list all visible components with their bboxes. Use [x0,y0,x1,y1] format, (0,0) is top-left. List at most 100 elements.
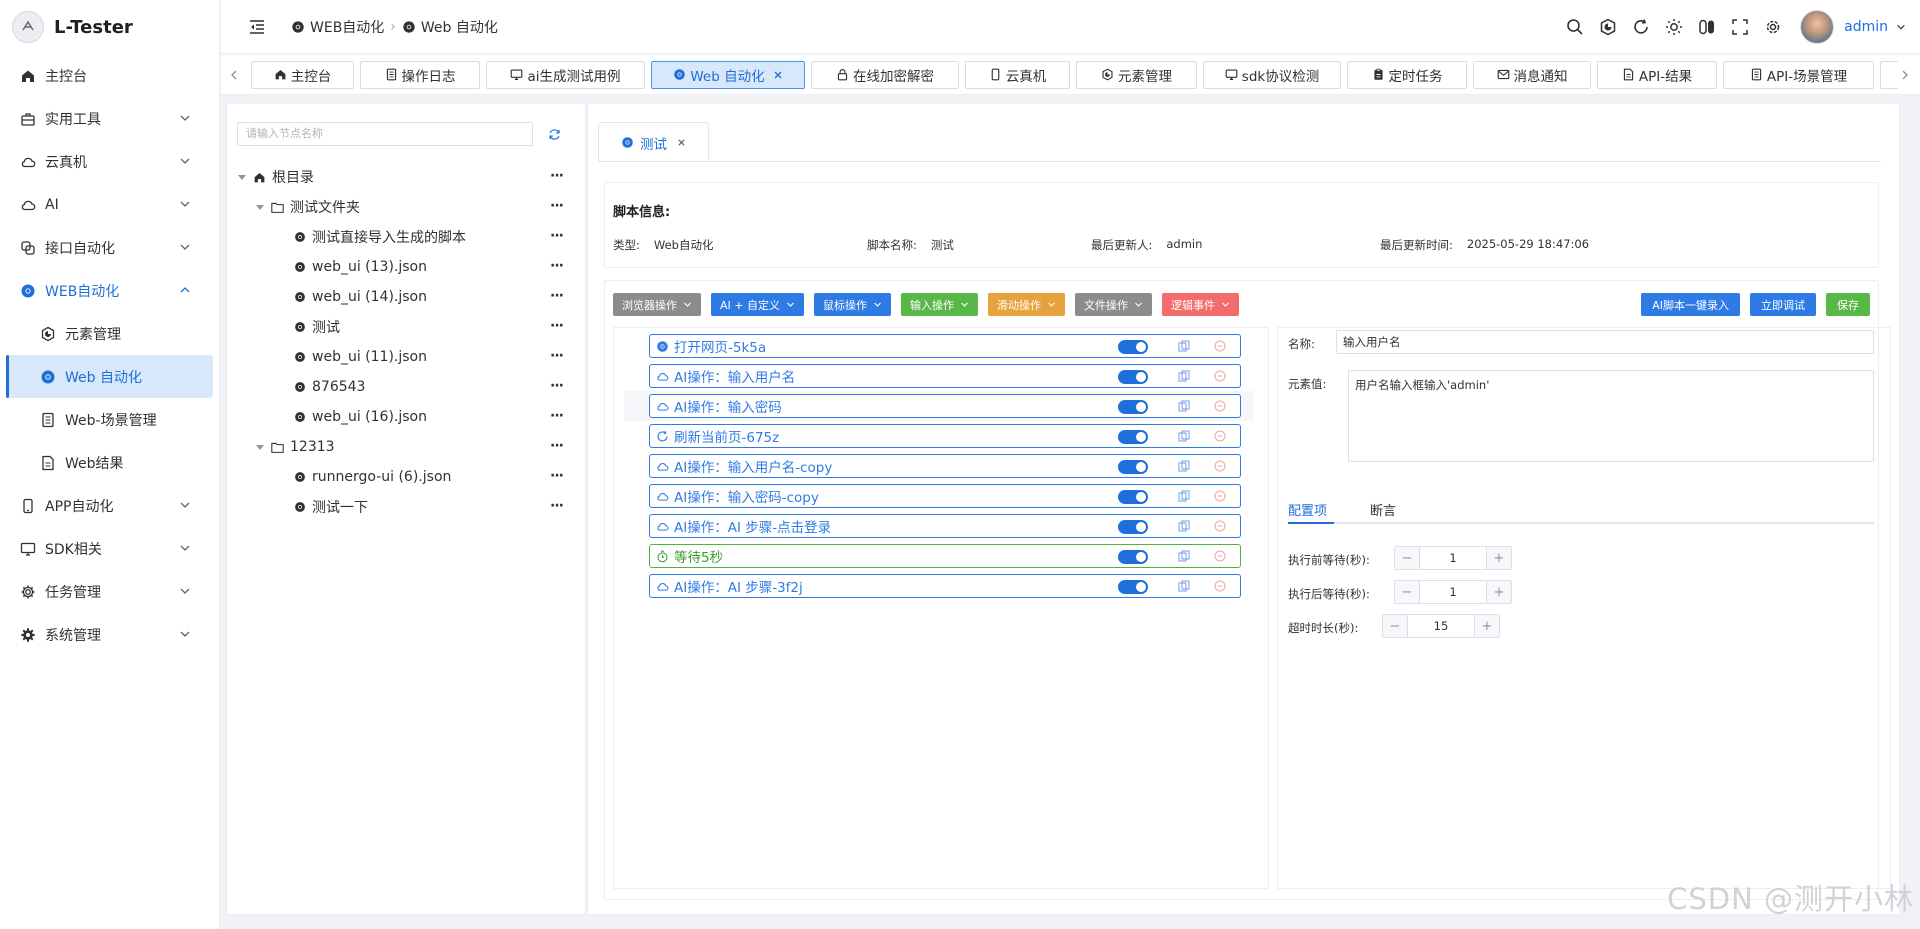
remove-icon[interactable] [1214,400,1226,412]
tree-node-script[interactable]: 测试 ··· [237,312,577,342]
step-enable-toggle[interactable] [1118,400,1148,414]
input-ops-button[interactable]: 输入操作 [900,293,978,316]
post-wait-stepper[interactable]: − 1 + [1394,580,1512,604]
increment-button[interactable]: + [1475,615,1499,637]
sidebar-item-task[interactable]: 任务管理 [0,570,219,613]
element-value-textarea[interactable]: 用户名输入框输入'admin' [1348,370,1874,462]
ai-record-button[interactable]: AI脚本一键录入 [1641,293,1740,316]
search-icon[interactable] [1566,18,1584,36]
tabs-scroll-right-icon[interactable] [1898,68,1912,82]
step-item[interactable]: 打开网页-5k5a [649,334,1241,358]
more-icon[interactable]: ··· [550,348,564,364]
more-icon[interactable]: ··· [550,258,564,274]
step-item[interactable]: AI操作：输入用户名-copy [649,454,1241,478]
more-icon[interactable]: ··· [550,228,564,244]
tab-notifications[interactable]: 消息通知 [1473,60,1591,89]
remove-icon[interactable] [1214,460,1226,472]
step-enable-toggle[interactable] [1118,430,1148,444]
copy-icon[interactable] [1178,460,1190,472]
scroll-ops-button[interactable]: 滑动操作 [987,293,1065,316]
step-enable-toggle[interactable] [1118,370,1148,384]
tree-node-folder[interactable]: 测试文件夹 ··· [237,192,577,222]
step-enable-toggle[interactable] [1118,490,1148,504]
sidebar-item-cloud-device[interactable]: 云真机 [0,140,219,183]
breadcrumb-item[interactable]: Web 自动化 [421,17,498,37]
tab-cloud-device[interactable]: 云真机 [965,60,1070,89]
sidebar-item-api-automation[interactable]: 接口自动化 [0,226,219,269]
step-item[interactable]: 刷新当前页-675z [649,424,1241,448]
sidebar-item-ai[interactable]: AI [0,183,219,226]
tree-node-script[interactable]: web_ui (16).json ··· [237,402,577,432]
tab-overflow[interactable] [1880,60,1898,89]
sun-icon[interactable] [1665,18,1683,36]
remove-icon[interactable] [1214,430,1226,442]
step-enable-toggle[interactable] [1118,460,1148,474]
name-input[interactable]: 输入用户名 [1336,330,1874,354]
step-item[interactable]: AI操作：输入密码 [649,394,1241,418]
caret-down-icon[interactable] [237,172,247,182]
copy-icon[interactable] [1178,400,1190,412]
copy-icon[interactable] [1178,370,1190,382]
refresh-icon[interactable] [547,127,561,141]
tree-node-script[interactable]: 测试一下 ··· [237,492,577,522]
more-icon[interactable]: ··· [550,288,564,304]
tab-ai-testcase[interactable]: ai生成测试用例 [486,60,645,89]
tree-node-script[interactable]: web_ui (13).json ··· [237,252,577,282]
sidebar-item-element-mgmt[interactable]: 元素管理 [0,312,219,355]
sidebar-item-web-automation[interactable]: WEB自动化 [0,269,219,312]
tab-encrypt[interactable]: 在线加密解密 [811,60,959,89]
caret-down-icon[interactable] [255,442,265,452]
tree-search-input[interactable]: 请输入节点名称 [237,122,533,146]
timeout-value[interactable]: 15 [1407,615,1475,637]
sidebar-item-tools[interactable]: 实用工具 [0,97,219,140]
copy-icon[interactable] [1178,340,1190,352]
increment-button[interactable]: + [1487,581,1511,603]
chevron-down-icon[interactable] [1896,22,1906,32]
browser-ops-button[interactable]: 浏览器操作 [613,293,701,316]
copy-icon[interactable] [1178,520,1190,532]
remove-icon[interactable] [1214,580,1226,592]
sidebar-item-sdk[interactable]: SDK相关 [0,527,219,570]
copy-icon[interactable] [1178,430,1190,442]
pre-wait-stepper[interactable]: − 1 + [1394,546,1512,570]
tab-assert[interactable]: 断言 [1370,500,1396,519]
step-item[interactable]: 等待5秒 [649,544,1241,568]
tab-web-automation[interactable]: Web 自动化 [651,60,805,89]
copy-icon[interactable] [1178,580,1190,592]
tab-scheduled-task[interactable]: 定时任务 [1347,60,1467,89]
avatar[interactable] [1800,10,1835,44]
more-icon[interactable]: ··· [550,198,564,214]
decrement-button[interactable]: − [1395,581,1419,603]
breadcrumb-item[interactable]: WEB自动化 [310,17,384,37]
ai-custom-button[interactable]: AI + 自定义 [711,293,804,316]
sidebar-item-web-result[interactable]: Web结果 [0,441,219,484]
file-ops-button[interactable]: 文件操作 [1074,293,1152,316]
menu-fold-icon[interactable] [247,17,267,37]
hexagon-icon[interactable] [1599,18,1617,36]
tree-node-script[interactable]: 测试直接导入生成的脚本 ··· [237,222,577,252]
tab-api-scene[interactable]: API-场景管理 [1723,60,1874,89]
tab-dashboard[interactable]: 主控台 [251,60,354,89]
sidebar-item-dashboard[interactable]: 主控台 [0,54,219,97]
remove-icon[interactable] [1214,340,1226,352]
decrement-button[interactable]: − [1395,547,1419,569]
tab-api-result[interactable]: API-结果 [1597,60,1717,89]
step-item[interactable]: AI操作：AI 步骤-点击登录 [649,514,1241,538]
tabs-scroll-left-icon[interactable] [227,68,241,82]
more-icon[interactable]: ··· [550,438,564,454]
close-icon[interactable] [773,70,783,80]
tree-node-script[interactable]: 876543 ··· [237,372,577,402]
tab-sdk-check[interactable]: sdk协议检测 [1203,60,1341,89]
tab-operation-log[interactable]: 操作日志 [360,60,480,89]
increment-button[interactable]: + [1487,547,1511,569]
fullscreen-icon[interactable] [1731,18,1749,36]
step-item[interactable]: AI操作：AI 步骤-3f2j [649,574,1241,598]
caret-down-icon[interactable] [255,202,265,212]
tree-node-script[interactable]: runnergo-ui (6).json ··· [237,462,577,492]
sidebar-item-system[interactable]: 系统管理 [0,613,219,656]
copy-icon[interactable] [1178,550,1190,562]
sidebar-item-web-scene[interactable]: Web-场景管理 [0,398,219,441]
more-icon[interactable]: ··· [550,168,564,184]
decrement-button[interactable]: − [1383,615,1407,637]
tree-node-script[interactable]: web_ui (11).json ··· [237,342,577,372]
